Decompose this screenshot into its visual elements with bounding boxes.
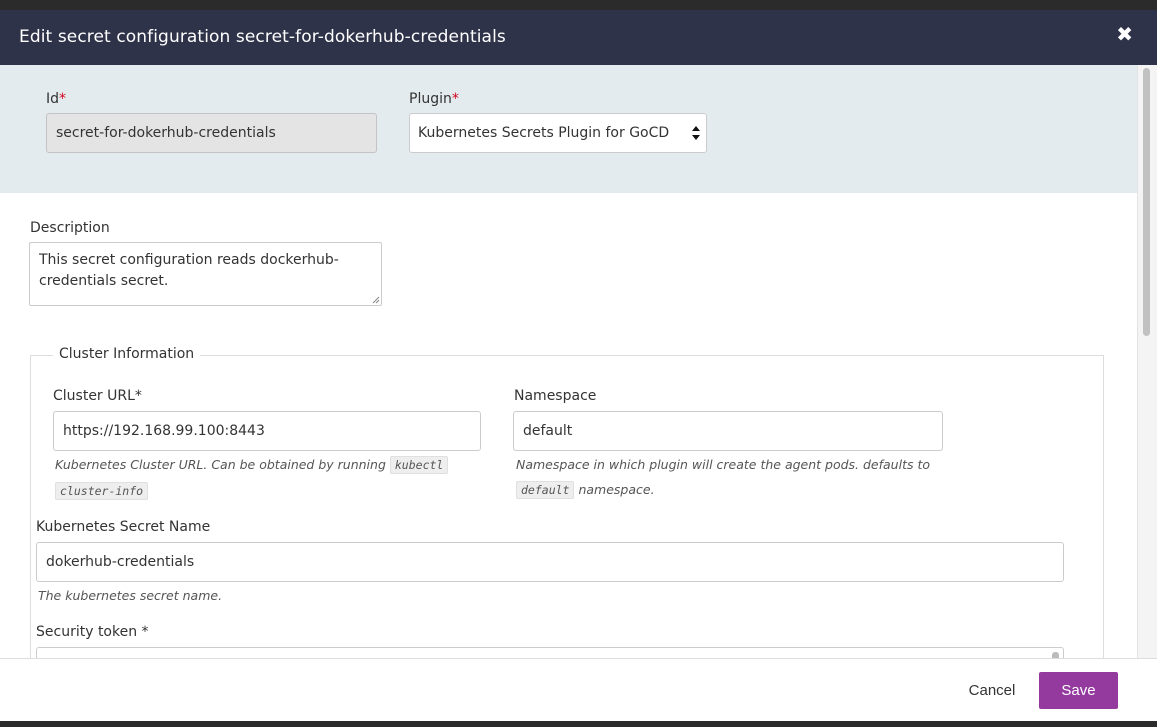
modal-footer: Cancel Save: [0, 658, 1157, 721]
cluster-url-label: Cluster URL*: [53, 388, 142, 404]
namespace-hint: Namespace in which plugin will create th…: [516, 452, 946, 503]
backdrop-top: [0, 0, 1157, 10]
cluster-url-hint: Kubernetes Cluster URL. Can be obtained …: [55, 452, 475, 504]
save-button[interactable]: Save: [1039, 672, 1118, 709]
description-label: Description: [30, 220, 110, 236]
plugin-label: Plugin*: [409, 91, 459, 107]
cancel-button[interactable]: Cancel: [956, 678, 1028, 704]
backdrop-bottom: [0, 721, 1157, 727]
description-textarea[interactable]: This secret configuration reads dockerhu…: [29, 242, 382, 306]
cluster-url-input[interactable]: https://192.168.99.100:8443: [53, 411, 481, 451]
cluster-url-hint-text: Kubernetes Cluster URL. Can be obtained …: [55, 457, 386, 472]
edit-secret-config-modal: Edit secret configuration secret-for-dok…: [0, 10, 1157, 721]
close-icon[interactable]: ✖: [1116, 24, 1133, 44]
namespace-hint-text: Namespace in which plugin will create th…: [516, 457, 931, 472]
resize-grip-icon[interactable]: [372, 296, 380, 304]
cluster-information-legend: Cluster Information: [53, 346, 201, 362]
plugin-select[interactable]: Kubernetes Secrets Plugin for GoCD: [409, 113, 707, 153]
modal-header: Edit secret configuration secret-for-dok…: [0, 10, 1157, 65]
plugin-selected-value: Kubernetes Secrets Plugin for GoCD: [418, 125, 670, 141]
scrollbar-thumb[interactable]: [1143, 68, 1150, 336]
modal-title: Edit secret configuration secret-for-dok…: [19, 27, 506, 47]
namespace-hint-code: default: [516, 481, 575, 499]
modal-body: Id* secret-for-dokerhub-credentials Plug…: [0, 65, 1137, 658]
cluster-url-hint-code: kubectl: [389, 456, 449, 474]
secret-name-hint: The kubernetes secret name.: [38, 588, 223, 603]
secret-name-input[interactable]: dokerhub-credentials: [36, 542, 1064, 582]
id-field: secret-for-dokerhub-credentials: [46, 113, 377, 153]
security-token-textarea[interactable]: [36, 647, 1064, 658]
security-token-label: Security token *: [36, 624, 149, 640]
namespace-input[interactable]: default: [513, 411, 943, 451]
namespace-hint-suffix: namespace.: [578, 482, 655, 497]
namespace-label: Namespace: [514, 388, 597, 404]
description-text: This secret configuration reads dockerhu…: [39, 252, 339, 289]
id-label: Id*: [46, 91, 67, 107]
id-plugin-panel: Id* secret-for-dokerhub-credentials Plug…: [0, 65, 1137, 193]
cluster-url-hint-code-2: cluster-info: [55, 482, 149, 500]
modal-scrollbar[interactable]: [1137, 65, 1157, 658]
secret-name-label: Kubernetes Secret Name: [36, 519, 211, 535]
select-arrows-icon: [692, 126, 700, 140]
